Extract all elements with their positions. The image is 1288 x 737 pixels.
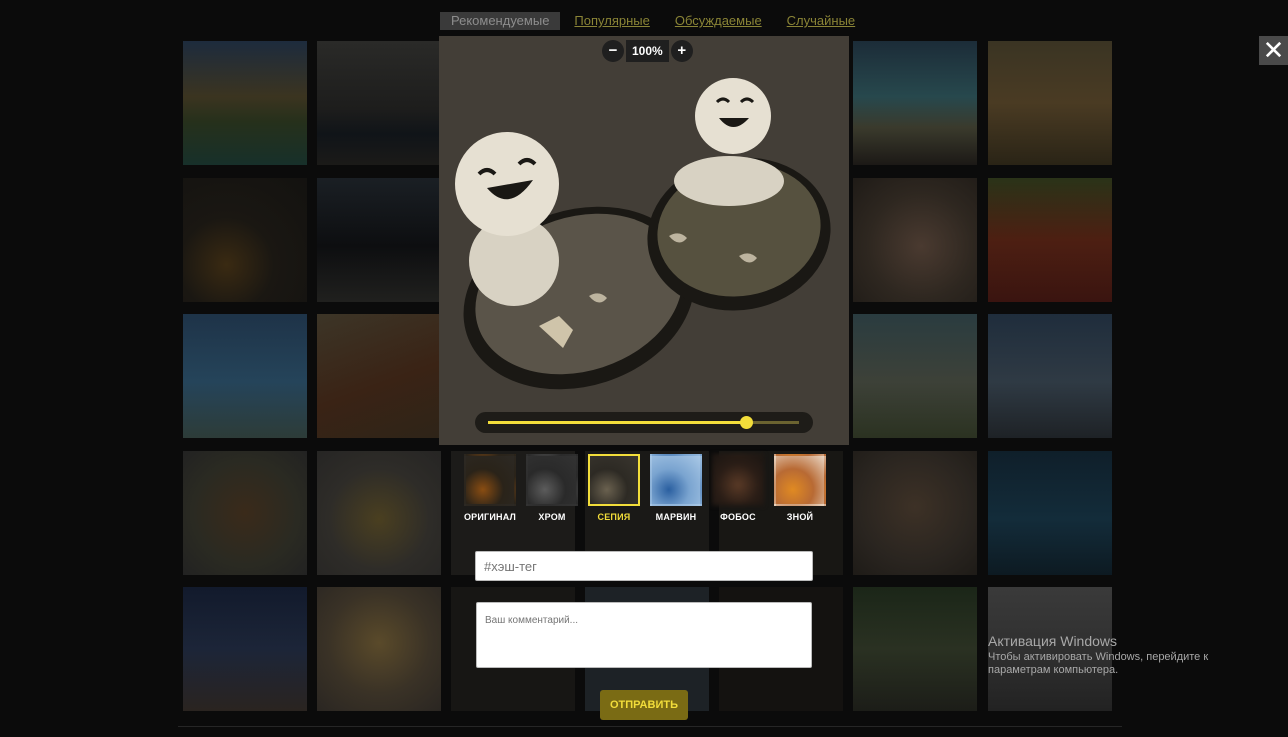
photo-tile[interactable] [853,178,977,302]
submit-button[interactable]: ОТПРАВИТЬ [600,690,688,720]
filter-label: ЗНОЙ [786,512,814,522]
photo-tile[interactable] [183,451,307,575]
zoom-out-button[interactable]: − [602,40,624,62]
filter-thumbnail [774,454,826,506]
photo-tile[interactable] [317,41,441,165]
filter-label: ФОБОС [720,512,756,522]
close-icon[interactable]: ✕ [1259,36,1288,65]
filter-label: ОРИГИНАЛ [463,512,517,522]
filter-original[interactable]: ОРИГИНАЛ [459,450,521,522]
filter-chrome[interactable]: ХРОМ [521,450,583,522]
photo-tile[interactable] [988,451,1112,575]
hashtag-input[interactable] [475,551,813,581]
filter-marvin[interactable]: МАРВИН [645,450,707,522]
tab-popular[interactable]: Популярные [563,12,660,30]
photo-tile[interactable] [183,314,307,438]
filter-thumbnail [712,454,764,506]
filter-sepia[interactable]: СЕПИЯ [583,450,645,522]
photo-tile[interactable] [317,178,441,302]
photo-tile[interactable] [317,314,441,438]
zoom-level: 100% [626,40,669,62]
photo-viewer [439,36,849,445]
zoom-in-button[interactable]: + [670,40,693,62]
photo-tile[interactable] [853,587,977,711]
slider-handle[interactable] [739,416,753,429]
comment-input[interactable] [476,602,812,668]
photo-tile[interactable] [853,451,977,575]
photo-tile[interactable] [853,41,977,165]
filter-label: ХРОМ [538,512,566,522]
main-photo [439,36,849,445]
photo-tile[interactable] [988,178,1112,302]
filter-presets: ОРИГИНАЛ ХРОМ СЕПИЯ МАРВИН ФОБОС ЗНОЙ [459,450,831,522]
filter-thumbnail [650,454,702,506]
filter-label: МАРВИН [655,512,697,522]
gallery-tabs: Рекомендуемые Популярные Обсуждаемые Слу… [440,12,866,30]
photo-tile[interactable] [317,587,441,711]
tab-discussed[interactable]: Обсуждаемые [664,12,773,30]
filter-intensity-slider[interactable] [475,412,813,433]
zoom-control: − 100% + [602,40,693,62]
filter-heat[interactable]: ЗНОЙ [769,450,831,522]
filter-thumbnail [464,454,516,506]
photo-tile[interactable] [317,451,441,575]
photo-tile[interactable] [183,587,307,711]
photo-tile[interactable] [183,178,307,302]
photo-tile[interactable] [988,314,1112,438]
photo-tile[interactable] [183,41,307,165]
slider-fill [488,421,747,424]
filter-thumbnail [526,454,578,506]
filter-thumbnail [588,454,640,506]
divider [178,726,1122,727]
watermark-title: Активация Windows [988,633,1118,649]
filter-label: СЕПИЯ [597,512,631,522]
tab-random[interactable]: Случайные [776,12,867,30]
photo-tile[interactable] [853,314,977,438]
photo-tile[interactable] [988,41,1112,165]
tab-recommended[interactable]: Рекомендуемые [440,12,561,30]
windows-activation-watermark: Активация Windows Чтобы активировать Win… [988,633,1268,677]
watermark-text: Чтобы активировать Windows, перейдите к … [988,651,1209,676]
filter-phobos[interactable]: ФОБОС [707,450,769,522]
